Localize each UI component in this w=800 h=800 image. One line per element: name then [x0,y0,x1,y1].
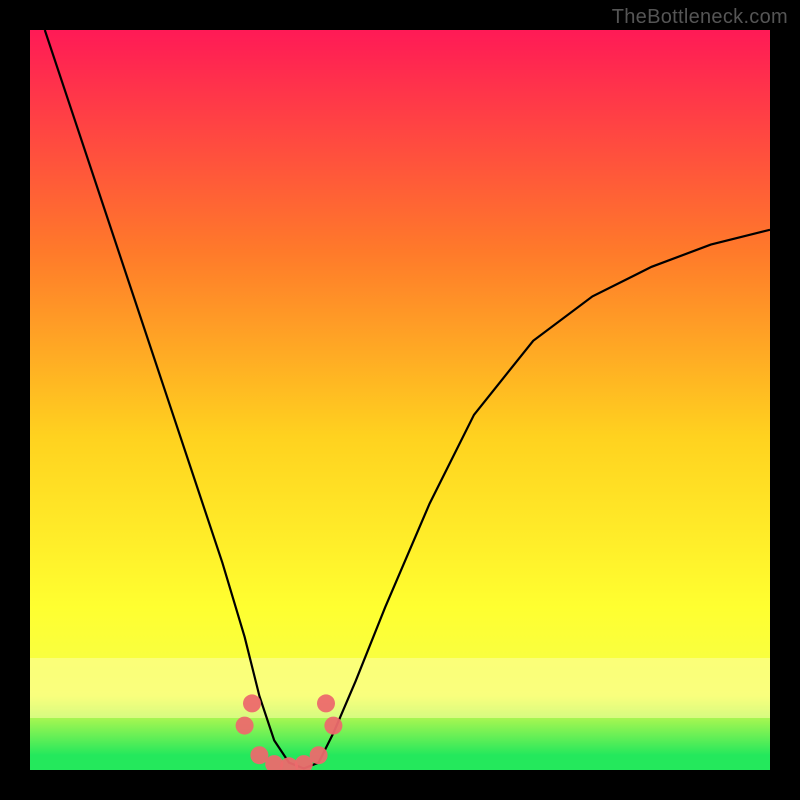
curve-marker [324,717,342,735]
chart-svg [30,30,770,770]
curve-marker [310,746,328,764]
watermark-label: TheBottleneck.com [612,6,788,29]
curve-marker [236,717,254,735]
curve-marker [317,694,335,712]
pale-band [30,658,770,718]
curve-marker [243,694,261,712]
plot-area [30,30,770,770]
chart-frame: TheBottleneck.com [0,0,800,800]
